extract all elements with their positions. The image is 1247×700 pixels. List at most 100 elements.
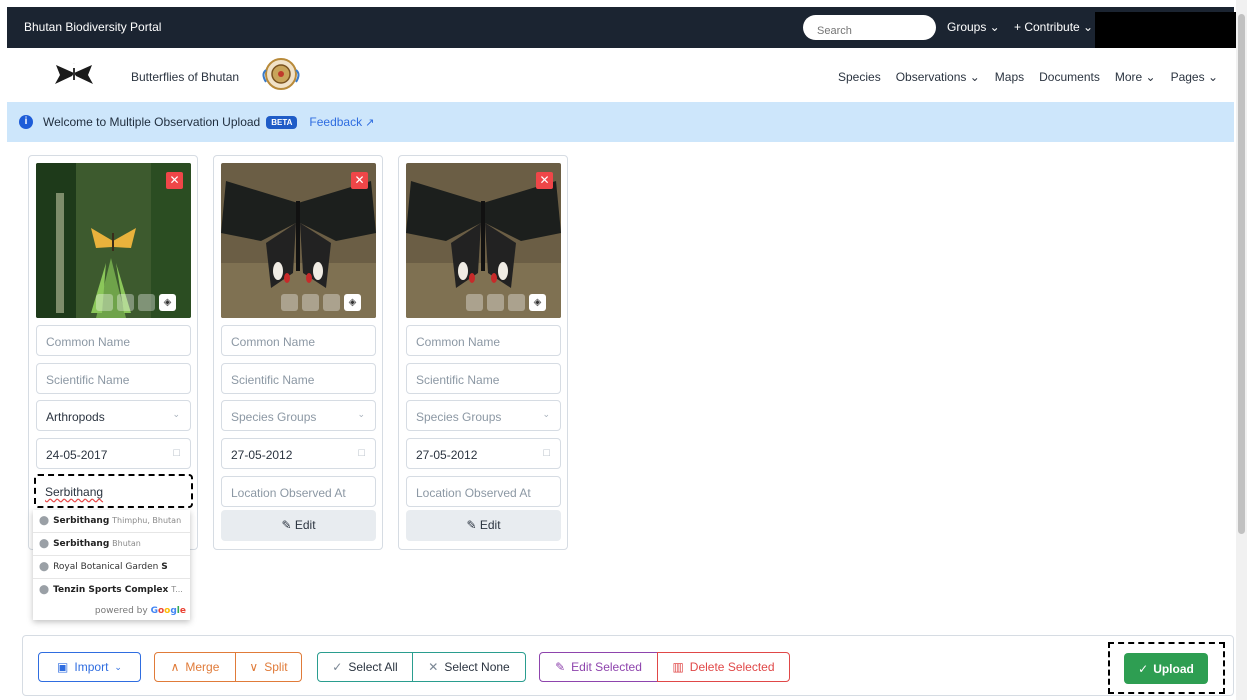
nav-more[interactable]: More ⌄ xyxy=(1115,70,1156,84)
common-name-input[interactable]: Common Name xyxy=(406,325,561,356)
species-group-select[interactable]: Species Groups ⌄ xyxy=(221,400,376,431)
chevron-down-icon: ⌄ xyxy=(357,409,365,419)
edit-selected-label: Edit Selected xyxy=(571,660,642,674)
autocomplete-item[interactable]: ⬤ Royal Botanical Garden S xyxy=(33,556,190,579)
delete-selected-button[interactable]: ▥ Delete Selected xyxy=(657,652,790,682)
autocomplete-item-main: Tenzin Sports Complex xyxy=(53,585,169,595)
scrollbar-thumb[interactable] xyxy=(1238,14,1245,534)
pencil-icon: ✎ xyxy=(466,518,477,532)
date-input[interactable]: 27-05-2012 □ xyxy=(406,438,561,469)
autocomplete-item[interactable]: ⬤ Serbithang Thimphu, Bhutan xyxy=(33,510,190,533)
observation-photo[interactable]: ✕ ◈ xyxy=(221,163,376,318)
autocomplete-item-secondary: Bhutan xyxy=(112,539,141,548)
upload-label: Upload xyxy=(1153,661,1194,676)
scientific-name-input[interactable]: Scientific Name xyxy=(406,363,561,394)
species-group-select[interactable]: Arthropods ⌄ xyxy=(36,400,191,431)
split-button[interactable]: ∨ Split xyxy=(235,652,302,682)
split-icon: ∨ xyxy=(249,660,259,674)
merge-button[interactable]: ∧ Merge xyxy=(154,652,236,682)
layers-icon[interactable]: ◈ xyxy=(529,294,546,311)
portal-title[interactable]: Bhutan Biodiversity Portal xyxy=(24,20,161,34)
thumbnail-2[interactable] xyxy=(487,294,504,311)
info-message: Welcome to Multiple Observation Upload xyxy=(43,115,261,129)
image-thumbnails: ◈ xyxy=(466,294,546,311)
edit-selected-button[interactable]: ✎ Edit Selected xyxy=(539,652,658,682)
delete-selected-label: Delete Selected xyxy=(689,660,775,674)
nav-observations[interactable]: Observations ⌄ xyxy=(896,70,980,84)
thumbnail-3[interactable] xyxy=(323,294,340,311)
thumbnail-2[interactable] xyxy=(117,294,134,311)
location-input[interactable]: Location Observed At xyxy=(221,476,376,507)
observation-card[interactable]: ✕ ◈ Common Name Scientific Name Species … xyxy=(213,155,383,550)
map-pin-icon: ⬤ xyxy=(39,516,50,526)
observation-photo[interactable]: ✕ ◈ xyxy=(36,163,191,318)
brand-name[interactable]: Butterflies of Bhutan xyxy=(131,70,239,84)
select-none-button[interactable]: ✕ Select None xyxy=(412,652,526,682)
autocomplete-item-main: Royal Botanical Garden xyxy=(53,562,159,572)
redacted-user-area xyxy=(1095,12,1239,48)
nav-species[interactable]: Species xyxy=(838,70,881,84)
date-input[interactable]: 24-05-2017 □ xyxy=(36,438,191,469)
thumbnail-3[interactable] xyxy=(508,294,525,311)
import-button[interactable]: ▣ Import ⌄ xyxy=(38,652,141,682)
calendar-icon[interactable]: □ xyxy=(173,447,180,459)
butterfly-logo-icon[interactable]: . xyxy=(50,59,98,87)
scientific-name-input[interactable]: Scientific Name xyxy=(221,363,376,394)
nav-pages[interactable]: Pages ⌄ xyxy=(1171,70,1218,84)
date-input[interactable]: 27-05-2012 □ xyxy=(221,438,376,469)
layers-icon[interactable]: ◈ xyxy=(344,294,361,311)
map-pin-icon: ⬤ xyxy=(39,562,50,572)
upload-button[interactable]: ✓ Upload xyxy=(1124,653,1208,684)
species-group-value: Species Groups xyxy=(231,410,317,424)
edit-button[interactable]: ✎ Edit xyxy=(221,510,376,541)
location-autocomplete: ⬤ Serbithang Thimphu, Bhutan ⬤ Serbithang … xyxy=(33,510,190,620)
observation-photo[interactable]: ✕ ◈ xyxy=(406,163,561,318)
remove-image-button[interactable]: ✕ xyxy=(536,172,553,189)
upload-highlight: ✓ Upload xyxy=(1108,642,1225,694)
common-name-input[interactable]: Common Name xyxy=(36,325,191,356)
calendar-icon[interactable]: □ xyxy=(358,447,365,459)
thumbnail-3[interactable] xyxy=(138,294,155,311)
select-all-button[interactable]: ✓ Select All xyxy=(317,652,413,682)
image-thumbnails: ◈ xyxy=(96,294,176,311)
observation-card[interactable]: ✕ ◈ Common Name Scientific Name Arthropo… xyxy=(28,155,198,550)
location-input[interactable]: Serbithang xyxy=(34,474,193,508)
powered-by-label: powered by xyxy=(94,606,148,616)
species-group-select[interactable]: Species Groups ⌄ xyxy=(406,400,561,431)
map-pin-icon: ⬤ xyxy=(39,585,50,595)
svg-text:.: . xyxy=(74,61,75,65)
select-none-label: Select None xyxy=(444,660,510,674)
edit-button[interactable]: ✎ Edit xyxy=(406,510,561,541)
page-scrollbar[interactable] xyxy=(1236,0,1247,700)
location-input[interactable]: Location Observed At xyxy=(406,476,561,507)
nav-documents[interactable]: Documents xyxy=(1039,70,1100,84)
external-link-icon[interactable]: ↗ xyxy=(365,116,374,129)
remove-image-button[interactable]: ✕ xyxy=(166,172,183,189)
date-value: 24-05-2017 xyxy=(46,448,108,462)
image-thumbnails: ◈ xyxy=(281,294,361,311)
autocomplete-item[interactable]: ⬤ Tenzin Sports Complex T... xyxy=(33,579,190,602)
thumbnail-1[interactable] xyxy=(96,294,113,311)
autocomplete-item-match: S xyxy=(161,562,168,572)
image-icon: ▣ xyxy=(57,660,69,674)
remove-image-button[interactable]: ✕ xyxy=(351,172,368,189)
thumbnail-1[interactable] xyxy=(281,294,298,311)
google-logo-icon: Google xyxy=(150,606,186,616)
bulk-actions-toolbar: ▣ Import ⌄ ∧ Merge ∨ Split ✓ Select All … xyxy=(22,635,1234,696)
thumbnail-1[interactable] xyxy=(466,294,483,311)
contribute-menu[interactable]: + Contribute ⌄ xyxy=(1014,20,1093,34)
calendar-icon[interactable]: □ xyxy=(543,447,550,459)
search-input[interactable] xyxy=(803,15,936,40)
thumbnail-2[interactable] xyxy=(302,294,319,311)
common-name-input[interactable]: Common Name xyxy=(221,325,376,356)
nav-maps[interactable]: Maps xyxy=(995,70,1024,84)
layers-icon[interactable]: ◈ xyxy=(159,294,176,311)
autocomplete-item[interactable]: ⬤ Serbithang Bhutan xyxy=(33,533,190,556)
groups-menu[interactable]: Groups ⌄ xyxy=(947,20,1000,34)
autocomplete-item-main: Serbithang xyxy=(53,539,110,549)
check-icon: ✓ xyxy=(1138,661,1149,676)
scientific-name-input[interactable]: Scientific Name xyxy=(36,363,191,394)
pencil-icon: ✎ xyxy=(281,518,292,532)
feedback-link[interactable]: Feedback xyxy=(309,115,362,129)
observation-card[interactable]: ✕ ◈ Common Name Scientific Name Species … xyxy=(398,155,568,550)
